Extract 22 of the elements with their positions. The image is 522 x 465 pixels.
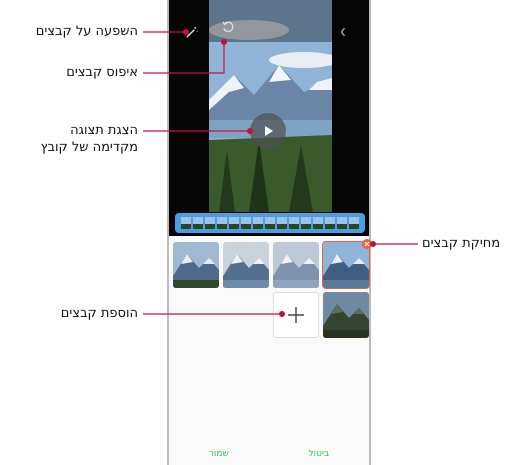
thumbnail-tile[interactable] [323,242,369,288]
thumbnail-tile[interactable] [173,242,219,288]
leader-line [370,241,418,247]
thumbnail-tile[interactable] [273,242,319,288]
delete-badge-icon[interactable] [362,239,372,249]
callout-label: הוספת קבצים [60,305,138,322]
callout-label: הצגת תצוגה מקדימה של קובץ [40,122,138,156]
back-icon[interactable] [340,27,346,37]
magic-wand-icon[interactable] [185,26,198,39]
callout-label: השפעה על קבצים [36,23,138,40]
plus-icon [286,305,306,325]
add-button[interactable] [273,292,319,338]
thumbnail-tile[interactable] [223,242,269,288]
leader-line [143,29,189,35]
timeline-strip[interactable] [175,213,365,233]
callout-label: איפוס קבצים [66,64,138,81]
text-button[interactable]: ביטול [302,447,336,461]
undo-icon[interactable] [221,20,234,33]
text-button[interactable]: שמור [202,447,235,461]
thumbnail-tile[interactable] [323,292,369,338]
callout-label: מחיקת קבצים [422,235,500,252]
play-icon [262,125,274,137]
